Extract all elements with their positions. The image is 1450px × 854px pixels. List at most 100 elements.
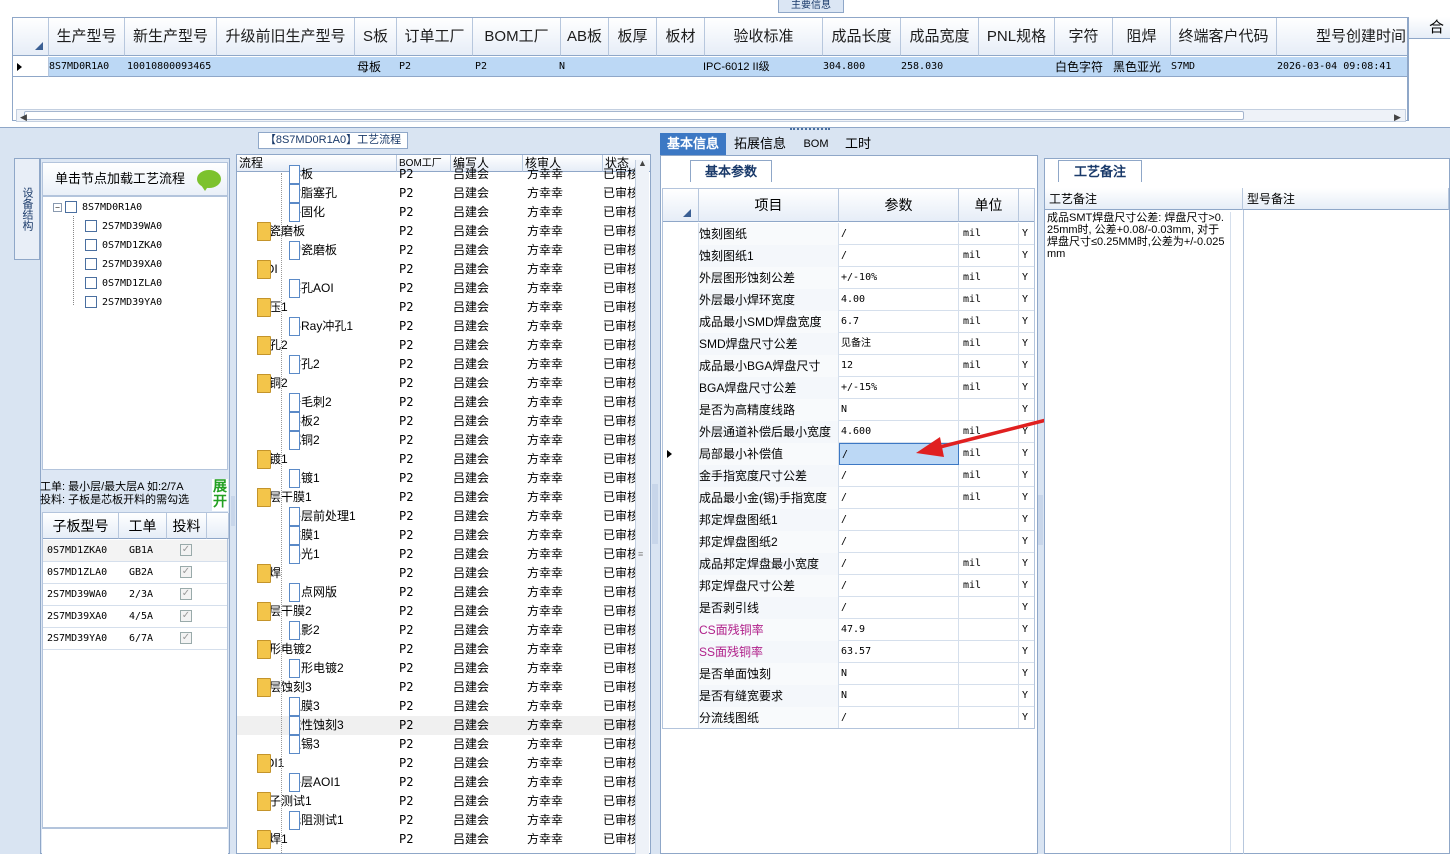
param-row[interactable]: 成品最小SMD焊盘宽度 6.7 mil Y [663,311,1034,333]
process-row[interactable]: X-Ray冲孔1 P2 吕建会 方幸幸 已审核 [237,317,639,336]
col-header-order[interactable]: 工单 [119,513,167,539]
col-header-s-board[interactable]: S板 [355,18,397,56]
tab-process-remarks[interactable]: 工艺备注 [1058,160,1142,182]
process-row[interactable]: 图形电镀2 P2 吕建会 方幸幸 已审核 [237,659,639,678]
process-row[interactable]: 贴膜1 P2 吕建会 方幸幸 已审核 [237,526,639,545]
col-header-thickness[interactable]: 板厚 [609,18,657,56]
param-row[interactable]: 成品最小金(锡)手指宽度 / mil Y [663,487,1034,509]
col-header-order-factory[interactable]: 订单工厂 [397,18,473,56]
merge-header[interactable]: 合 [1409,17,1450,39]
cell-value[interactable]: / [839,223,959,245]
param-row[interactable]: 邦定焊盘尺寸公差 / mil Y [663,575,1034,597]
param-row[interactable]: 是否单面蚀刻 N Y [663,663,1034,685]
process-row[interactable]: 退膜3 P2 吕建会 方幸幸 已审核 [237,697,639,716]
process-row[interactable]: 烘板2 P2 吕建会 方幸幸 已审核 [237,412,639,431]
col-header-created[interactable]: 型号创建时间 [1277,18,1407,56]
tab-bom[interactable]: BOM [800,133,832,155]
side-tab-structure[interactable]: 设备结构 [14,158,40,260]
process-row[interactable]: −外层蚀刻3 P2 吕建会 方幸幸 已审核 [237,678,639,697]
scrollbar-thumb[interactable] [24,111,1244,120]
grid-corner[interactable] [663,189,699,222]
col-header-model-remark[interactable]: 型号备注 [1243,188,1449,210]
param-row[interactable]: 是否有缝宽要求 N Y [663,685,1034,707]
row-indicator[interactable] [663,399,699,421]
row-indicator[interactable] [663,531,699,553]
checkbox-icon[interactable] [85,258,97,270]
process-row[interactable]: 低阻测试1 P2 吕建会 方幸幸 已审核 [237,811,639,830]
process-row[interactable]: 塞孔AOI P2 吕建会 方幸幸 已审核 [237,279,639,298]
param-row[interactable]: 成品邦定焊盘最小宽度 / mil Y [663,553,1034,575]
param-row[interactable]: BGA焊盘尺寸公差 +/-15% mil Y [663,377,1034,399]
process-row[interactable]: 外层前处理1 P2 吕建会 方幸幸 已审核 [237,507,639,526]
remark-scrollbar[interactable] [1230,212,1242,852]
param-row[interactable]: CS面残铜率 47.9 Y [663,619,1034,641]
row-indicator[interactable] [663,421,699,443]
scroll-left-icon[interactable]: ◀ [20,112,27,123]
row-indicator[interactable] [663,663,699,685]
feed-checkbox[interactable]: ✓ [180,610,192,622]
row-indicator[interactable] [663,707,699,728]
tree-node-child[interactable]: 2S7MD39YA0 [85,295,162,311]
process-row[interactable]: −电子测试1 P2 吕建会 方幸幸 已审核 [237,792,639,811]
process-row[interactable]: −AOI P2 吕建会 方幸幸 已审核 [237,260,639,279]
param-row[interactable]: 分流线图纸 / Y [663,707,1034,728]
col-header-item[interactable]: 项目 [699,189,839,222]
cell-value[interactable]: 63.57 [839,641,959,663]
checkbox-icon[interactable] [85,277,97,289]
cell-value[interactable]: / [839,509,959,531]
process-row[interactable]: 沉铜2 P2 吕建会 方幸幸 已审核 [237,431,639,450]
feed-checkbox[interactable]: ✓ [180,566,192,578]
row-indicator[interactable] [663,267,699,289]
splitter-handle[interactable] [652,484,658,544]
tree-node-root[interactable]: −8S7MD0R1A0 [53,200,142,216]
tree-node-child[interactable]: 2S7MD39XA0 [85,257,162,273]
scroll-right-icon[interactable]: ▶ [1394,112,1401,123]
checkbox-icon[interactable] [85,296,97,308]
cell-value[interactable]: 6.7 [839,311,959,333]
cell-value[interactable]: +/-15% [839,377,959,399]
process-row[interactable]: 烘板 P2 吕建会 方幸幸 已审核 [237,165,639,184]
cell-value[interactable]: / [839,575,959,597]
checkbox-icon[interactable] [65,201,77,213]
col-header-standard[interactable]: 验收标准 [705,18,823,56]
cell-value[interactable]: N [839,663,959,685]
col-header-old-prod-no[interactable]: 升级前旧生产型号 [217,18,355,56]
param-row[interactable]: 金手指宽度尺寸公差 / mil Y [663,465,1034,487]
process-row[interactable]: 曝光1 P2 吕建会 方幸幸 已审核 [237,545,639,564]
process-row[interactable]: −阻焊1 P2 吕建会 方幸幸 已审核 [237,830,639,849]
param-row[interactable]: 蚀刻图纸1/mil Y [663,245,1034,267]
param-row[interactable]: SS面残铜率 63.57 Y [663,641,1034,663]
scroll-grip-icon[interactable]: ≡ [638,550,646,559]
col-header-flag[interactable] [1019,189,1034,222]
col-header-pnl[interactable]: PNL规格 [979,18,1055,56]
process-row[interactable]: −图形电镀2 P2 吕建会 方幸幸 已审核 [237,640,639,659]
process-row[interactable]: −电镀1 P2 吕建会 方幸幸 已审核 [237,450,639,469]
param-row[interactable]: 邦定焊盘图纸1/ Y [663,509,1034,531]
cell-value[interactable]: / [839,465,959,487]
cell-value[interactable]: / [839,245,959,267]
col-header-length[interactable]: 成品长度 [823,18,901,56]
row-indicator[interactable] [663,377,699,399]
col-header-material[interactable]: 板材 [657,18,705,56]
tab-hours[interactable]: 工时 [840,133,876,155]
tree-node-child[interactable]: 2S7MD39WA0 [85,219,162,235]
cell-value[interactable]: 47.9 [839,619,959,641]
col-header-feed[interactable]: 投料 [167,513,207,539]
col-header-solder[interactable]: 阻焊 [1113,18,1171,56]
process-remark-text[interactable]: 成品SMT焊盘尺寸公差: 焊盘尺寸>0.25mm时, 公差+0.08/-0.03… [1047,212,1227,272]
process-row[interactable]: −AOI1P2吕建会方幸幸已审核 [237,754,639,773]
row-indicator[interactable] [663,443,699,465]
process-row[interactable]: −外层干膜1 P2 吕建会 方幸幸 已审核 [237,488,639,507]
cell-value[interactable]: / [839,531,959,553]
feed-checkbox[interactable]: ✓ [180,588,192,600]
col-header-unit[interactable]: 单位 [959,189,1019,222]
process-row[interactable]: −外层干膜2 P2 吕建会 方幸幸 已审核 [237,602,639,621]
row-indicator[interactable] [663,465,699,487]
col-header-new-prod-no[interactable]: 新生产型号 [125,18,217,56]
process-row[interactable]: 钻孔2 P2 吕建会 方幸幸 已审核 [237,355,639,374]
process-row[interactable]: 终固化 P2 吕建会 方幸幸 已审核 [237,203,639,222]
feed-checkbox[interactable]: ✓ [180,632,192,644]
grid-corner[interactable] [13,18,49,56]
process-row[interactable]: 显影2 P2 吕建会 方幸幸 已审核 [237,621,639,640]
col-header-value[interactable]: 参数 [839,189,959,222]
